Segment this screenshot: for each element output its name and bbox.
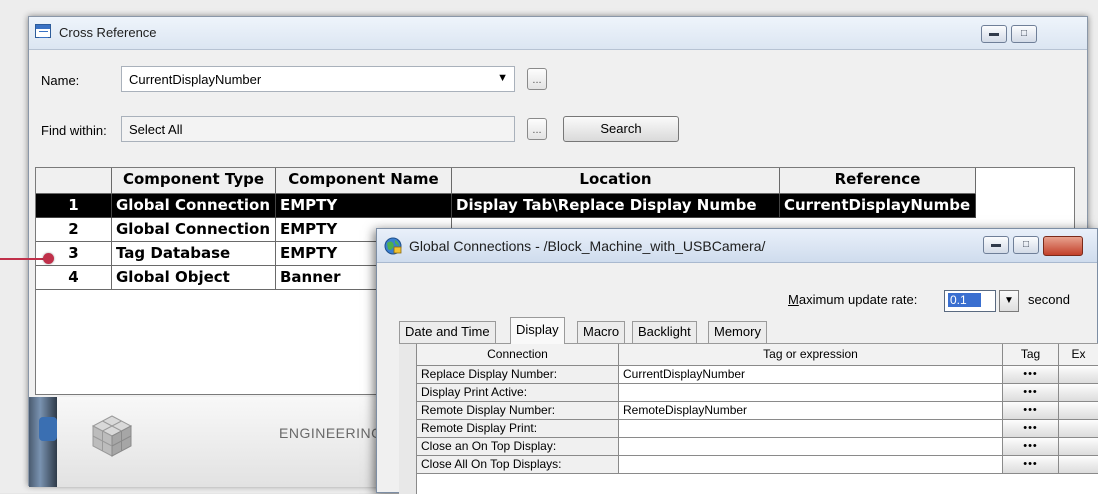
max-update-rate-label: Maximum update rate: (788, 292, 918, 307)
tag-expression-field[interactable]: RemoteDisplayNumber (619, 402, 1003, 420)
cross-reference-titlebar[interactable]: Cross Reference ▬ □ (29, 17, 1087, 50)
column-header-connection: Connection (417, 344, 619, 366)
minimize-icon[interactable]: ▬ (981, 25, 1007, 43)
row-number[interactable]: 1 (36, 194, 112, 218)
callout-line (0, 258, 48, 260)
expression-button[interactable] (1059, 366, 1098, 384)
expression-button[interactable] (1059, 420, 1098, 438)
column-header-index (36, 168, 112, 194)
global-connections-titlebar[interactable]: Global Connections - /Block_Machine_with… (377, 229, 1097, 263)
cross-reference-app-icon (35, 24, 51, 38)
rate-unit-label: second (1028, 292, 1070, 307)
tag-expression-field[interactable] (619, 384, 1003, 402)
name-value: CurrentDisplayNumber (129, 72, 262, 87)
tag-browse-button[interactable]: ••• (1003, 384, 1059, 402)
row-location[interactable]: Display Tab\Replace Display Numbe (452, 194, 780, 218)
column-header-tag-or-expression: Tag or expression (619, 344, 1003, 366)
expression-button[interactable] (1059, 438, 1098, 456)
row-component-type[interactable]: Global Object (112, 266, 276, 290)
machine-image (29, 397, 57, 487)
column-header-ex: Ex (1059, 344, 1098, 366)
maximize-icon[interactable]: □ (1011, 25, 1037, 43)
column-header-component-name[interactable]: Component Name (276, 168, 452, 194)
maximize-icon[interactable]: □ (1013, 236, 1039, 254)
column-header-reference[interactable]: Reference (780, 168, 976, 194)
connection-label: Remote Display Print: (417, 420, 619, 438)
row-component-type[interactable]: Tag Database (112, 242, 276, 266)
dropdown-arrow-icon[interactable]: ▼ (497, 72, 508, 84)
tag-browse-button[interactable]: ••• (1003, 420, 1059, 438)
find-within-label: Find within: (41, 123, 107, 138)
row-component-type[interactable]: Global Connection (112, 218, 276, 242)
column-header-location[interactable]: Location (452, 168, 780, 194)
rate-value: 0.1 (948, 293, 981, 307)
cube-logo-icon (91, 415, 133, 457)
name-browse-button[interactable]: ... (527, 68, 547, 90)
row-component-name[interactable]: EMPTY (276, 194, 452, 218)
tab-display[interactable]: Display (510, 317, 565, 344)
find-within-field[interactable]: Select All (121, 116, 515, 142)
tag-browse-button[interactable]: ••• (1003, 438, 1059, 456)
row-number[interactable]: 4 (36, 266, 112, 290)
connection-label: Close All On Top Displays: (417, 456, 619, 474)
callout-dot (43, 253, 54, 264)
connection-label: Remote Display Number: (417, 402, 619, 420)
global-connections-window: Global Connections - /Block_Machine_with… (376, 228, 1098, 494)
name-combobox[interactable]: CurrentDisplayNumber ▼ (121, 66, 515, 92)
connection-label: Replace Display Number: (417, 366, 619, 384)
connection-label: Close an On Top Display: (417, 438, 619, 456)
find-within-value: Select All (129, 122, 183, 137)
window-title: Global Connections - /Block_Machine_with… (409, 238, 766, 254)
dropdown-arrow-icon[interactable]: ▼ (999, 290, 1019, 312)
search-button[interactable]: Search (563, 116, 679, 142)
row-reference[interactable]: CurrentDisplayNumbe (780, 194, 976, 218)
tab-memory[interactable]: Memory (708, 321, 767, 343)
minimize-icon[interactable]: ▬ (983, 236, 1009, 254)
tab-macro[interactable]: Macro (577, 321, 626, 343)
max-update-rate-combobox[interactable]: 0.1 (944, 290, 996, 312)
footer-text: ENGINEERING (279, 425, 383, 441)
expression-button[interactable] (1059, 402, 1098, 420)
tag-expression-field[interactable]: CurrentDisplayNumber (619, 366, 1003, 384)
globe-connections-icon (384, 237, 402, 255)
tag-expression-field[interactable] (619, 438, 1003, 456)
column-header-tag: Tag (1003, 344, 1059, 366)
row-number[interactable]: 2 (36, 218, 112, 242)
tag-expression-field[interactable] (619, 420, 1003, 438)
window-title: Cross Reference (59, 25, 157, 40)
grid-row-selector-column (399, 344, 417, 494)
tab-date-and-time[interactable]: Date and Time (399, 321, 496, 343)
connection-label: Display Print Active: (417, 384, 619, 402)
find-within-browse-button[interactable]: ... (527, 118, 547, 140)
close-icon[interactable] (1043, 236, 1083, 256)
expression-button[interactable] (1059, 456, 1098, 474)
tag-browse-button[interactable]: ••• (1003, 402, 1059, 420)
column-header-component-type[interactable]: Component Type (112, 168, 276, 194)
tag-browse-button[interactable]: ••• (1003, 366, 1059, 384)
expression-button[interactable] (1059, 384, 1098, 402)
tag-browse-button[interactable]: ••• (1003, 456, 1059, 474)
tag-expression-field[interactable] (619, 456, 1003, 474)
connections-grid: Connection Tag or expression Tag Ex Repl… (399, 343, 1098, 494)
tab-backlight[interactable]: Backlight (632, 321, 697, 343)
name-label: Name: (41, 73, 80, 88)
row-component-type[interactable]: Global Connection (112, 194, 276, 218)
